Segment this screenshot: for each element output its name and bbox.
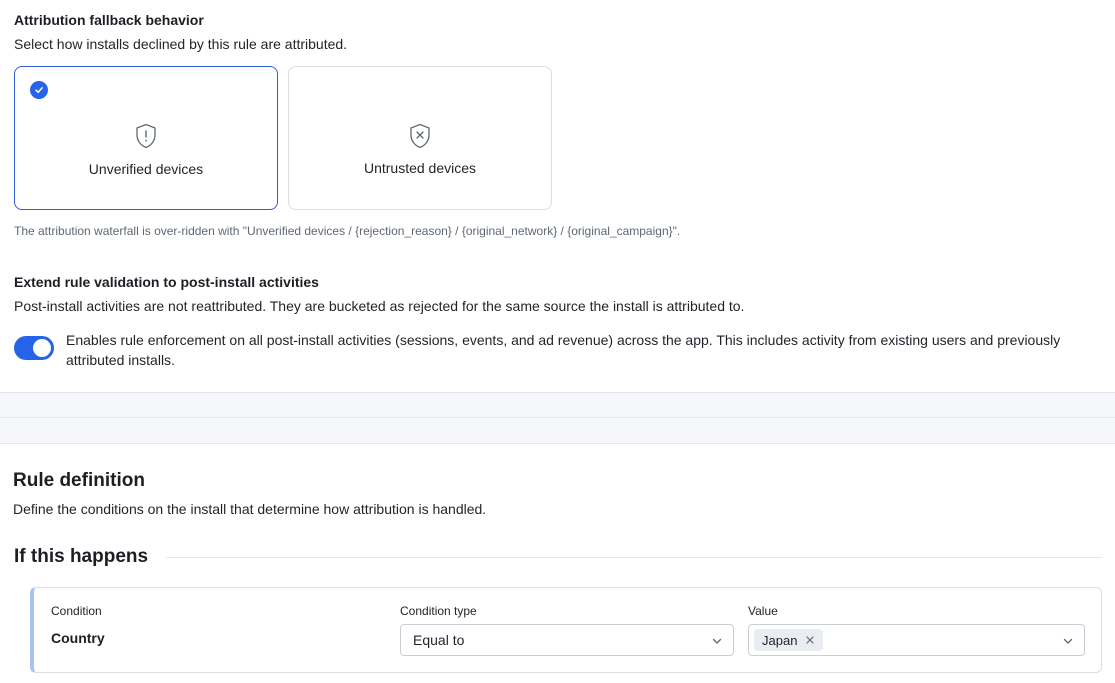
condition-value: Country: [51, 630, 105, 646]
rule-title: Rule definition: [13, 470, 145, 491]
shield-exclamation-icon: [135, 123, 157, 154]
chevron-down-icon: [1062, 634, 1074, 652]
option-label: Untrusted devices: [363, 160, 477, 176]
condition-type-value: Equal to: [413, 632, 465, 648]
rule-subtitle: Define the conditions on the install tha…: [13, 501, 487, 517]
value-label: Value: [748, 604, 778, 618]
option-card-unverified[interactable]: Unverified devices: [14, 66, 278, 210]
condition-label: Condition: [51, 604, 102, 618]
option-card-untrusted[interactable]: Untrusted devices: [288, 66, 552, 210]
section-divider: [0, 392, 1115, 444]
checkmark-icon: [30, 81, 48, 99]
condition-type-label: Condition type: [400, 604, 477, 618]
extend-title: Extend rule validation to post-install a…: [14, 274, 319, 290]
post-install-toggle[interactable]: [14, 336, 54, 360]
section-title: If this happens: [14, 546, 149, 567]
toggle-description: Enables rule enforcement on all post-ins…: [66, 332, 1061, 368]
fallback-title: Attribution fallback behavior: [14, 12, 204, 28]
fallback-subtitle: Select how installs declined by this rul…: [14, 36, 348, 52]
toggle-knob: [33, 339, 51, 357]
condition-type-select[interactable]: Equal to: [400, 624, 734, 656]
option-label: Unverified devices: [88, 161, 204, 177]
value-multiselect[interactable]: Japan: [748, 624, 1085, 656]
extend-subtitle: Post-install activities are not reattrib…: [14, 298, 745, 314]
fallback-note: The attribution waterfall is over-ridden…: [14, 224, 681, 238]
condition-row: Condition Country Condition type Equal t…: [30, 587, 1102, 673]
section-title-rule: [166, 557, 1102, 558]
shield-x-icon: [409, 123, 431, 154]
remove-chip-icon[interactable]: [805, 633, 815, 648]
chevron-down-icon: [711, 634, 723, 652]
chip-label: Japan: [762, 632, 798, 648]
value-chip: Japan: [754, 629, 824, 651]
